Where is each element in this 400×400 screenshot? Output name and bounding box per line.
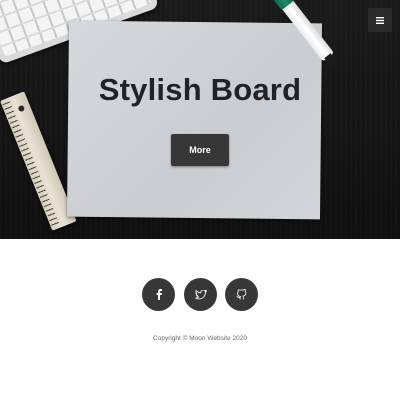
twitter-link[interactable] — [184, 278, 217, 311]
ruler-image — [0, 91, 77, 231]
twitter-icon — [194, 289, 207, 299]
hero-section: Stylish Board More — [0, 0, 400, 239]
more-button[interactable]: More — [171, 134, 229, 166]
facebook-icon — [156, 289, 162, 300]
hero-title: Stylish Board — [98, 72, 302, 107]
paper-board — [66, 20, 323, 220]
social-links — [0, 278, 400, 311]
hamburger-icon — [376, 16, 384, 24]
github-icon — [236, 289, 247, 300]
github-link[interactable] — [225, 278, 258, 311]
menu-button[interactable] — [368, 8, 392, 32]
facebook-link[interactable] — [142, 278, 175, 311]
copyright-text: Copyright © Moon Website 2020 — [153, 335, 247, 342]
